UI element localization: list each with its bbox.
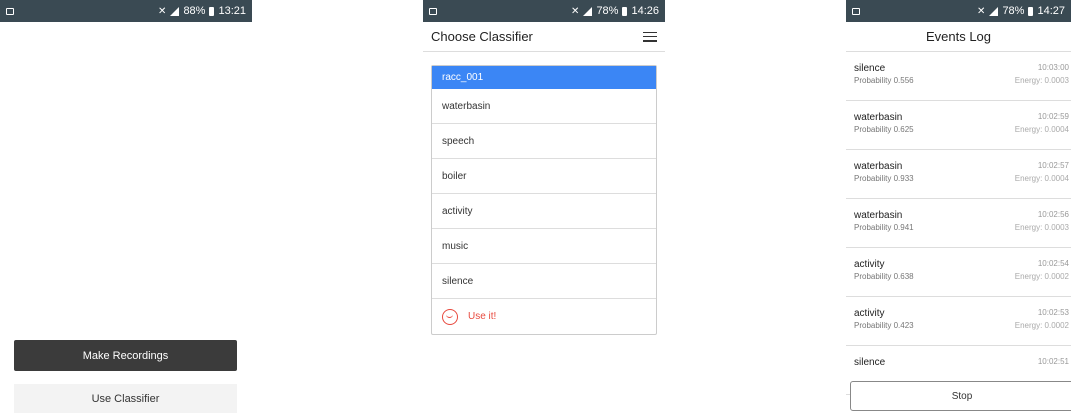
event-time: 10:02:56 [1037, 210, 1069, 219]
camera-icon [6, 7, 14, 15]
stop-button[interactable]: Stop [850, 381, 1071, 411]
event-row: silence Probability 0.556 10:03:00 Energ… [846, 52, 1071, 101]
make-recordings-button[interactable]: Make Recordings [14, 340, 237, 371]
event-time: 10:03:00 [1037, 63, 1069, 72]
classifier-item-activity[interactable]: activity [432, 194, 656, 229]
smiley-icon [442, 308, 458, 325]
use-it-button[interactable]: Use it! [432, 299, 656, 334]
image-icon [852, 7, 860, 15]
event-time: 10:02:53 [1037, 308, 1069, 317]
event-energy: Energy: 0.0004 [1014, 174, 1069, 183]
classifier-list: racc_001 waterbasin speech boiler activi… [431, 65, 657, 335]
classifier-item-waterbasin[interactable]: waterbasin [432, 89, 656, 124]
page-title: Choose Classifier [431, 29, 533, 44]
battery-icon [1028, 6, 1034, 16]
battery-icon [622, 6, 628, 16]
event-row: activity Probability 0.638 10:02:54 Ener… [846, 248, 1071, 297]
status-bar: ✕ 78% 14:26 [423, 0, 665, 22]
classifier-item-boiler[interactable]: boiler [432, 159, 656, 194]
signal-icon [170, 6, 180, 16]
event-time: 10:02:57 [1037, 161, 1069, 170]
event-row: waterbasin Probability 0.941 10:02:56 En… [846, 199, 1071, 248]
events-log-screen: ✕ 78% 14:27 Events Log silence Probabili… [846, 0, 1071, 414]
classifier-item-music[interactable]: music [432, 229, 656, 264]
status-time: 14:27 [1037, 5, 1065, 17]
mute-icon: ✕ [158, 5, 167, 17]
battery-percent: 78% [596, 5, 619, 17]
status-time: 13:21 [218, 5, 246, 17]
event-time: 10:02:54 [1037, 259, 1069, 268]
page-title: Events Log [846, 22, 1071, 52]
event-row: activity Probability 0.423 10:02:53 Ener… [846, 297, 1071, 346]
classifier-item-racc-001[interactable]: racc_001 [432, 66, 656, 89]
use-it-label: Use it! [468, 311, 497, 322]
recorder-screen: ✕ 88% 13:21 Make Recordings Use Classifi… [0, 0, 252, 414]
event-energy: Energy: 0.0003 [1014, 223, 1069, 232]
battery-percent: 88% [183, 5, 206, 17]
battery-percent: 78% [1002, 5, 1025, 17]
event-energy: Energy: 0.0004 [1014, 125, 1069, 134]
signal-icon [583, 6, 593, 16]
event-row: waterbasin Probability 0.933 10:02:57 En… [846, 150, 1071, 199]
signal-icon [989, 6, 999, 16]
status-time: 14:26 [631, 5, 659, 17]
status-bar: ✕ 88% 13:21 [0, 0, 252, 22]
battery-icon [209, 6, 215, 16]
classifier-item-silence[interactable]: silence [432, 264, 656, 299]
menu-icon[interactable] [643, 31, 657, 42]
app-bar: Choose Classifier [423, 22, 665, 52]
use-classifier-button[interactable]: Use Classifier [14, 384, 237, 413]
event-energy: Energy: 0.0003 [1014, 76, 1069, 85]
mute-icon: ✕ [571, 5, 580, 17]
event-time: 10:02:51 [1037, 357, 1069, 366]
event-time: 10:02:59 [1037, 112, 1069, 121]
events-list: silence Probability 0.556 10:03:00 Energ… [846, 52, 1071, 395]
mute-icon: ✕ [977, 5, 986, 17]
event-energy: Energy: 0.0002 [1014, 321, 1069, 330]
status-bar: ✕ 78% 14:27 [846, 0, 1071, 22]
image-icon [429, 7, 437, 15]
event-row: waterbasin Probability 0.625 10:02:59 En… [846, 101, 1071, 150]
event-energy: Energy: 0.0002 [1014, 272, 1069, 281]
classifier-item-speech[interactable]: speech [432, 124, 656, 159]
choose-classifier-screen: ✕ 78% 14:26 Choose Classifier racc_001 w… [423, 0, 665, 414]
